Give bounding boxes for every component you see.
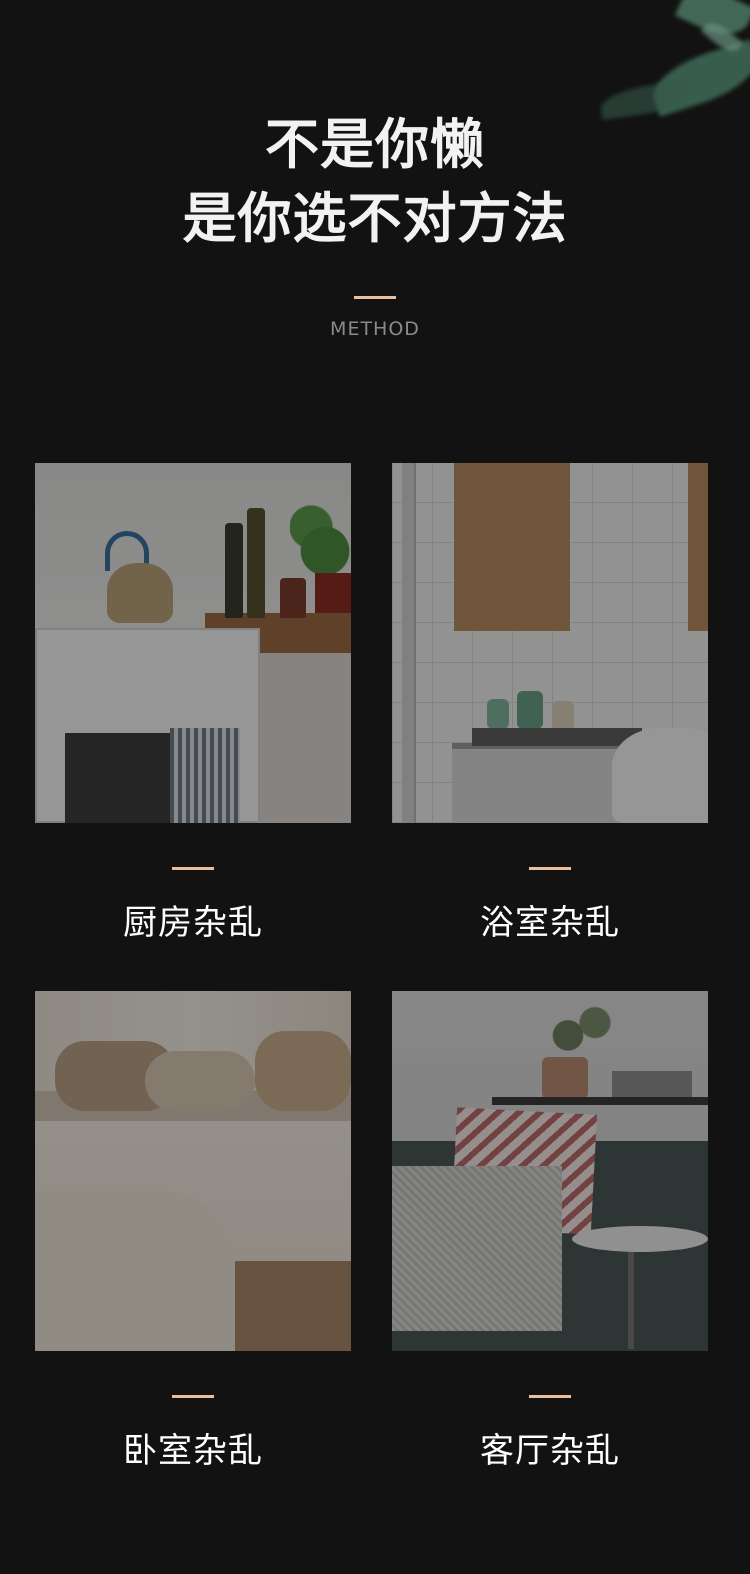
card-accent-divider [529, 1395, 571, 1398]
living-room-photo [392, 991, 708, 1351]
kitchen-photo [35, 463, 351, 823]
card-accent-divider [172, 1395, 214, 1398]
card-living-room[interactable]: 客厅杂乱 [392, 991, 708, 1471]
card-accent-divider [172, 867, 214, 870]
bathroom-photo [392, 463, 708, 823]
heading-accent-divider [354, 296, 396, 299]
card-bedroom[interactable]: 卧室杂乱 [35, 991, 351, 1471]
card-bathroom[interactable]: 浴室杂乱 [392, 463, 708, 943]
heading-line-2: 是你选不对方法 [182, 187, 568, 250]
bedroom-photo [35, 991, 351, 1351]
card-kitchen[interactable]: 厨房杂乱 [35, 463, 351, 943]
heading-line-1: 不是你懒 [265, 113, 485, 176]
card-label: 厨房杂乱 [123, 903, 263, 943]
card-label: 客厅杂乱 [480, 1431, 620, 1471]
card-label: 卧室杂乱 [123, 1431, 263, 1471]
card-label: 浴室杂乱 [480, 903, 620, 943]
page-heading: 不是你懒 是你选不对方法 [0, 108, 750, 256]
card-accent-divider [529, 867, 571, 870]
section-subtitle: METHOD [330, 318, 420, 340]
